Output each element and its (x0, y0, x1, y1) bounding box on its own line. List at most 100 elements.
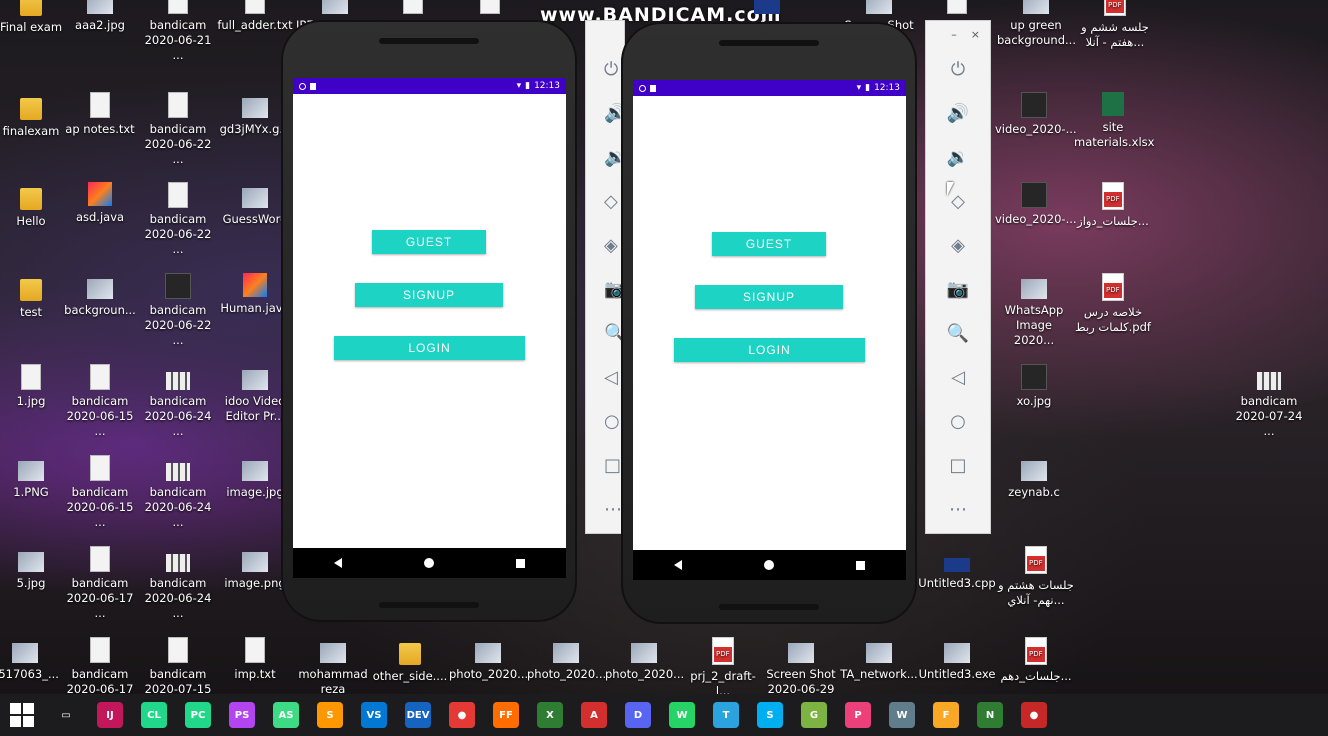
desktop-icon[interactable]: up green background... (997, 0, 1076, 48)
desktop-icon[interactable]: جلسات هشتم و نهم- آنلاي... (997, 546, 1075, 608)
phone-screen[interactable]: ▾ ▮ 12:13 GUEST SIGNUP LOGIN (633, 80, 906, 550)
desktop-icon[interactable]: bandicam 2020-06-22 ... (139, 92, 217, 167)
sublime-icon[interactable]: S (317, 702, 343, 728)
rotate-left-icon[interactable]: ◇ (586, 179, 624, 223)
desktop-icon[interactable]: جلسات_دواز... (1074, 182, 1152, 229)
desktop-icon[interactable]: prj_2_draft-l... (684, 637, 762, 699)
devcpp-icon[interactable]: DEV (405, 702, 431, 728)
home-icon[interactable] (764, 560, 774, 570)
volume-down-icon[interactable]: 🔉 (926, 135, 990, 179)
app-green2-icon[interactable]: N (977, 702, 1003, 728)
desktop-icon[interactable]: bandicam 2020-06-22 ... (139, 273, 217, 348)
volume-up-icon[interactable]: 🔊 (586, 91, 626, 135)
power-icon[interactable]: ⏻ (586, 47, 624, 91)
intellij-icon[interactable]: IJ (97, 702, 123, 728)
back-icon[interactable] (674, 560, 682, 570)
overview-icon[interactable] (516, 558, 525, 568)
back-icon[interactable] (334, 558, 342, 568)
desktop-icon[interactable]: video_2020-... (995, 92, 1077, 137)
skype-icon[interactable]: S (757, 702, 783, 728)
signup-button[interactable]: SIGNUP (695, 285, 843, 309)
signup-button[interactable]: SIGNUP (355, 283, 503, 307)
desktop-icon[interactable]: 1.jpg (0, 364, 70, 409)
volume-down-icon[interactable]: 🔉 (586, 135, 626, 179)
desktop-icon[interactable]: asd.java (61, 182, 139, 225)
file-explorer-icon[interactable]: F (933, 702, 959, 728)
desktop-icon[interactable]: bandicam 2020-06-22 ... (139, 182, 217, 257)
android-studio-icon[interactable]: AS (273, 702, 299, 728)
clion-icon[interactable]: CL (141, 702, 167, 728)
desktop-icon[interactable]: photo_2020... (449, 637, 528, 682)
app-pink-icon[interactable]: P (845, 702, 871, 728)
desktop-icon[interactable]: خلاصه درس كلمات ربط.pdf (1074, 273, 1152, 335)
rotate-right-icon[interactable]: ◈ (926, 223, 990, 267)
camera-icon[interactable]: 📷 (926, 267, 990, 311)
volume-up-icon[interactable]: 🔊 (926, 91, 990, 135)
desktop-icon[interactable]: other_side.... (371, 637, 449, 684)
desktop-icon[interactable]: جلسه ششم و هفتم - آنلا... (1076, 0, 1154, 50)
whatsapp-icon[interactable]: W (669, 702, 695, 728)
desktop-icon[interactable]: backgroun... (61, 273, 139, 318)
task-view-icon[interactable]: ▭ (53, 702, 79, 728)
desktop-icon[interactable]: Untitled3.exe (918, 637, 996, 682)
desktop-icon[interactable]: zeynab.c (995, 455, 1073, 500)
more-icon[interactable]: ⋯ (926, 487, 990, 531)
desktop-icon[interactable]: site materials.xlsx (1074, 92, 1154, 150)
desktop-icon[interactable]: photo_2020... (605, 637, 684, 682)
desktop-icon[interactable]: test (0, 273, 70, 320)
minimize-button[interactable]: – (951, 28, 957, 41)
desktop-icon[interactable]: Hello (0, 182, 70, 229)
desktop-icon[interactable]: 5.jpg (0, 546, 70, 591)
excel-like-icon[interactable]: X (537, 702, 563, 728)
desktop-icon[interactable]: aaa2.jpg (61, 0, 139, 33)
desktop-icon[interactable]: video_2020-... (995, 182, 1077, 227)
firefox-icon[interactable]: FF (493, 702, 519, 728)
desktop-icon[interactable]: جلسات_دهم... (997, 637, 1075, 684)
phpstorm-icon[interactable]: PS (229, 702, 255, 728)
home-icon[interactable]: ○ (586, 399, 624, 443)
desktop-icon[interactable]: 1.PNG (0, 455, 70, 500)
desktop-icon[interactable]: WhatsApp Image 2020... (995, 273, 1073, 348)
desktop-icon[interactable]: bandicam 2020-06-24 ... (139, 455, 217, 530)
desktop-icon[interactable]: TA_network... (840, 637, 918, 682)
desktop-icon[interactable]: photo_2020... (527, 637, 606, 682)
overview-icon[interactable] (856, 560, 865, 570)
desktop-icon[interactable]: full_adder.txt (216, 0, 294, 33)
telegram-icon[interactable]: T (713, 702, 739, 728)
zoom-icon[interactable]: 🔍 (926, 311, 990, 355)
app-green-icon[interactable]: G (801, 702, 827, 728)
overview-icon[interactable]: □ (586, 443, 624, 487)
desktop-icon[interactable]: bandicam 2020-06-24 ... (139, 364, 217, 439)
windows-start-icon[interactable] (10, 703, 34, 727)
vscode-icon[interactable]: VS (361, 702, 387, 728)
pycharm-icon[interactable]: PC (185, 702, 211, 728)
desktop-icon[interactable]: Final exam (0, 0, 70, 35)
desktop-icon[interactable]: bandicam 2020-06-17 ... (61, 546, 139, 621)
guest-button[interactable]: GUEST (712, 232, 826, 256)
camera-icon[interactable]: 📷 (586, 267, 626, 311)
desktop-icon[interactable]: bandicam 2020-06-21 ... (139, 0, 217, 63)
login-button[interactable]: LOGIN (674, 338, 865, 362)
desktop-icon[interactable]: bandicam 2020-06-24 ... (139, 546, 217, 621)
zoom-icon[interactable]: 🔍 (586, 311, 626, 355)
desktop-icon[interactable]: 1517063_... (0, 637, 64, 682)
rotate-left-icon[interactable]: ◇ (926, 179, 990, 223)
phone-screen[interactable]: ▾ ▮ 12:13 GUEST SIGNUP LOGIN (293, 78, 566, 548)
desktop-icon[interactable]: bandicam 2020-06-15 ... (61, 364, 139, 439)
overview-icon[interactable]: □ (926, 443, 990, 487)
login-button[interactable]: LOGIN (334, 336, 525, 360)
close-button[interactable]: × (971, 28, 980, 41)
bandicam-record-icon[interactable]: ● (1021, 702, 1047, 728)
desktop-icon[interactable]: ap notes.txt (61, 92, 139, 137)
desktop-icon[interactable]: bandicam 2020-07-24 ... (1230, 364, 1308, 439)
power-icon[interactable]: ⏻ (926, 47, 990, 91)
back-icon[interactable]: ◁ (926, 355, 990, 399)
app-red-icon[interactable]: A (581, 702, 607, 728)
desktop-icon[interactable]: imp.txt (216, 637, 294, 682)
chrome-icon[interactable]: ● (449, 702, 475, 728)
guest-button[interactable]: GUEST (372, 230, 486, 254)
app-w-icon[interactable]: W (889, 702, 915, 728)
desktop-icon[interactable]: Untitled3.cpp (918, 546, 996, 591)
desktop-icon[interactable]: finalexam (0, 92, 70, 139)
home-icon[interactable]: ○ (926, 399, 990, 443)
